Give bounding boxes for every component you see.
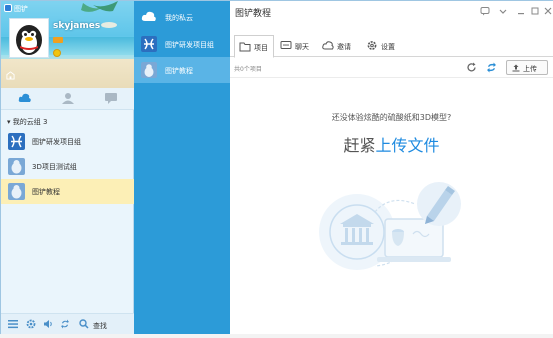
username: skyjames: [53, 21, 101, 31]
space-item-label: 图铲教程: [165, 67, 193, 75]
tab-label: 设置: [381, 43, 395, 51]
upload-illustration-icon: [319, 182, 461, 270]
page-title: 图铲教程: [235, 9, 272, 19]
level-badges: [53, 36, 63, 44]
vip-icon: [53, 49, 61, 57]
group-avatar-icon: [8, 158, 25, 175]
volume-icon[interactable]: [43, 319, 53, 329]
group-item-3d-test[interactable]: 3D项目测试组: [1, 154, 134, 179]
content-panel: 图铲教程 项目 聊天 邀请 设置 共0个项目 上传 还没体验炫酷的硫酸纸和3D模…: [230, 1, 553, 334]
project-toolbar: 共0个项目 上传: [230, 58, 553, 78]
app-window: 图铲 skyjames ▾ 我的云组 3 图铲研发项目组 3D项目测试组 图铲教…: [0, 0, 553, 334]
group-item-research[interactable]: 图铲研发项目组: [1, 129, 134, 154]
bottom-toolbar: 查找: [1, 313, 134, 334]
space-item-research[interactable]: 图铲研发项目组: [134, 31, 230, 57]
group-item-tutorial[interactable]: 图铲教程: [1, 179, 134, 204]
tab-label: 邀请: [337, 43, 351, 51]
search-label[interactable]: 查找: [93, 321, 107, 331]
tab-label: 项目: [254, 44, 268, 52]
space-list-panel: 我的私云 图铲研发项目组 图铲教程: [134, 1, 230, 334]
menu-icon[interactable]: [8, 319, 18, 329]
app-logo-icon: [4, 4, 12, 12]
tab-bar: 项目 聊天 邀请 设置: [230, 35, 553, 58]
pisces-icon: [141, 36, 157, 52]
group-avatar-icon: [141, 62, 157, 78]
sync-icon[interactable]: [60, 319, 70, 329]
cloud-icon: [141, 11, 156, 21]
space-item-label: 我的私云: [165, 14, 193, 22]
upload-button[interactable]: 上传: [506, 60, 548, 75]
avatar[interactable]: [9, 18, 49, 58]
cta-prefix: 赶紧: [343, 136, 376, 155]
tab-chat[interactable]: 聊天: [280, 35, 316, 57]
tab-invite[interactable]: 邀请: [322, 35, 358, 57]
tab-projects[interactable]: 项目: [234, 35, 274, 58]
upload-label: 上传: [523, 65, 537, 73]
penguin-avatar-icon: [16, 25, 42, 55]
left-tab-bar: [1, 88, 134, 110]
profile-banner: 图铲 skyjames: [1, 1, 134, 88]
group-item-label: 图铲教程: [32, 188, 60, 196]
left-panel: 图铲 skyjames ▾ 我的云组 3 图铲研发项目组 3D项目测试组 图铲教…: [1, 1, 134, 334]
cloud-invite-icon: [322, 41, 334, 50]
search-icon[interactable]: [79, 319, 89, 329]
minimize-icon[interactable]: [516, 6, 526, 16]
level-badge-icon: [53, 37, 63, 43]
empty-state-hint: 还没体验炫酷的硫酸纸和3D模型?: [331, 113, 452, 122]
window-bottom-strip: [0, 334, 553, 338]
tab-label: 聊天: [295, 43, 309, 51]
home-icon[interactable]: [6, 71, 15, 80]
maximize-icon[interactable]: [530, 6, 540, 16]
group-item-label: 图铲研发项目组: [32, 138, 81, 146]
dropdown-menu-icon[interactable]: [498, 6, 508, 16]
folder-icon: [239, 42, 251, 52]
gear-icon: [367, 41, 377, 50]
project-count: 共0个项目: [234, 66, 262, 73]
group-avatar-icon: [8, 183, 25, 200]
tab-settings[interactable]: 设置: [366, 35, 402, 57]
upload-file-link[interactable]: 上传文件: [376, 136, 440, 155]
cloud-icon[interactable]: [18, 92, 32, 104]
gear-icon[interactable]: [26, 319, 36, 329]
sync-icon[interactable]: [486, 62, 497, 73]
space-item-label: 图铲研发项目组: [165, 41, 214, 49]
upload-icon: [512, 64, 520, 72]
pisces-icon: [8, 133, 25, 150]
refresh-icon[interactable]: [466, 62, 477, 73]
empty-state-cta: 赶紧上传文件: [230, 132, 553, 156]
message-icon[interactable]: [104, 92, 118, 104]
app-title: 图铲: [14, 5, 28, 13]
space-item-tutorial[interactable]: 图铲教程: [134, 57, 230, 83]
group-list-header[interactable]: ▾ 我的云组 3: [7, 117, 47, 127]
close-icon[interactable]: [543, 6, 553, 16]
feedback-icon[interactable]: [480, 6, 490, 16]
banner-sand: [1, 59, 134, 88]
space-item-private-cloud[interactable]: 我的私云: [134, 4, 230, 30]
group-header-label: 我的云组 3: [12, 118, 48, 126]
chat-icon: [280, 41, 292, 49]
contact-icon[interactable]: [61, 92, 75, 104]
group-item-label: 3D项目测试组: [32, 163, 77, 171]
